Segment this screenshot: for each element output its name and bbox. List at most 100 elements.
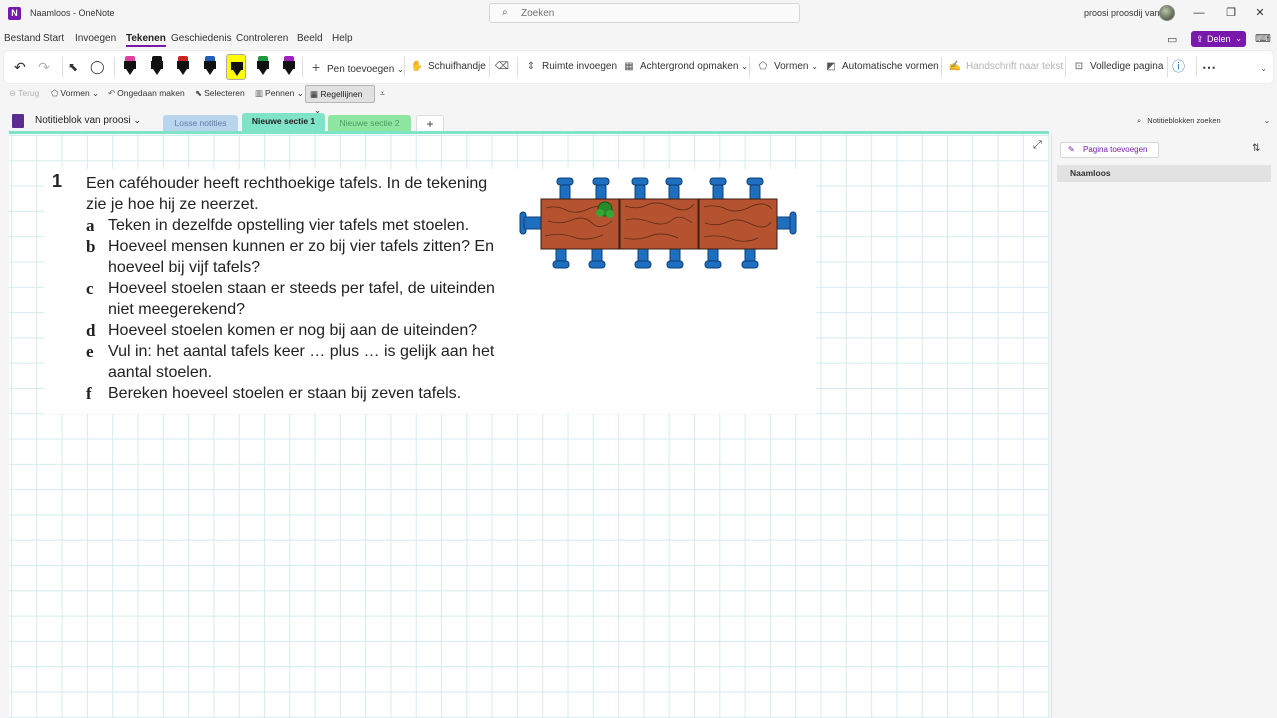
insert-space-label: Ruimte invoegen xyxy=(542,61,618,72)
user-name[interactable]: proosi proosdij van xyxy=(1084,8,1160,18)
shapes-icon: ⬠ xyxy=(51,88,59,98)
select-quick-button[interactable]: ⬉ Selecteren xyxy=(195,88,245,99)
chevron-down-icon: ⌄ xyxy=(811,62,818,71)
section-tab-2[interactable]: Nieuwe sectie 1 xyxy=(242,113,325,133)
add-pen-label: Pen toevoegen xyxy=(327,64,395,75)
menu-tekenen[interactable]: Tekenen xyxy=(126,33,166,47)
shapes-quick-button[interactable]: ⬠ Vormen ⌄ xyxy=(51,88,99,99)
eraser-button[interactable]: ⌫ xyxy=(494,56,513,78)
add-pen-button[interactable]: + Pen toevoegen ⌄ xyxy=(308,56,404,78)
pen-3-button[interactable] xyxy=(173,54,193,80)
shapes-button[interactable]: ⬠ Vormen ⌄ xyxy=(755,56,818,78)
select-tool-icon[interactable]: ⬉ xyxy=(68,56,78,78)
add-page-label: Pagina toevoegen xyxy=(1083,145,1148,154)
ink-to-text-icon: ✍ xyxy=(948,61,962,72)
pen-tip xyxy=(205,69,214,75)
page-list-pane xyxy=(1051,134,1277,718)
pen-2-button[interactable] xyxy=(147,54,167,80)
restore-button[interactable]: ❐ xyxy=(1220,5,1242,21)
question-text: Vul in: het aantal tafels keer … plus … … xyxy=(108,343,495,381)
auto-shapes-button[interactable]: ◩ Automatische vormen xyxy=(823,56,939,78)
pen-body xyxy=(283,61,295,69)
section-tab-3[interactable]: Nieuwe sectie 2 xyxy=(328,115,411,132)
pens-icon: ▥ xyxy=(255,88,264,98)
divider xyxy=(749,57,750,77)
shapes-quick-label: Vormen xyxy=(60,88,90,98)
minimize-button[interactable]: — xyxy=(1188,5,1210,21)
add-page-button[interactable]: ✎ Pagina toevoegen xyxy=(1060,142,1159,158)
comment-icon[interactable]: ⌨ xyxy=(1255,32,1271,45)
select-label: Selecteren xyxy=(204,88,245,98)
notebook-name: Notitieblok van proosi xyxy=(35,115,131,126)
menu-beeld[interactable]: Beeld xyxy=(297,33,323,44)
full-page-button[interactable]: ⊡ Volledige pagina xyxy=(1071,56,1164,78)
hand-tool-button[interactable]: ✋ Schuifhandje xyxy=(409,56,486,78)
share-label: Delen xyxy=(1207,34,1231,44)
hand-label: Schuifhandje xyxy=(428,61,486,72)
pen-tip xyxy=(179,69,187,75)
chevron-down-icon: ⌄ xyxy=(397,65,404,74)
menu-bar: Bestand Start Invoegen Tekenen Geschiede… xyxy=(0,28,1277,50)
shapes-label: Vormen xyxy=(774,61,809,72)
menu-start[interactable]: Start xyxy=(43,33,64,44)
question-text: Hoeveel mensen kunnen er zo bij vier taf… xyxy=(108,238,494,276)
notebook-search[interactable]: ⌕ Notitieblokken zoeken ⌄ xyxy=(1131,113,1273,129)
menu-controleren[interactable]: Controleren xyxy=(236,33,288,44)
pens-quick-button[interactable]: ▥ Pennen ⌄ xyxy=(255,88,304,99)
onenote-logo-icon: N xyxy=(8,7,21,20)
help-icon[interactable]: ⓘ xyxy=(1172,56,1185,78)
menu-invoegen[interactable]: Invoegen xyxy=(75,33,116,44)
chevron-down-icon[interactable]: ⌄ xyxy=(1260,64,1267,73)
more-options-icon[interactable]: ⋯ xyxy=(1202,56,1216,78)
notebook-search-label: Notitieblokken zoeken xyxy=(1147,116,1221,125)
expand-icon[interactable]: ⤢ xyxy=(1033,139,1042,152)
notebook-view-icon[interactable]: ▭ xyxy=(1167,33,1177,46)
quick-toolbar: ⊖ Terug ⬠ Vormen ⌄ ↶ Ongedaan maken ⬉ Select… xyxy=(0,86,1277,104)
menu-bestand[interactable]: Bestand xyxy=(4,33,41,44)
back-icon: ⊖ xyxy=(9,88,17,98)
share-button[interactable]: ⇪ Delen ⌄ xyxy=(1191,31,1246,47)
exercise-block[interactable]: 1 Een caféhouder heeft rechthoekige tafe… xyxy=(44,169,816,414)
menu-help[interactable]: Help xyxy=(332,33,353,44)
select-icon: ⬉ xyxy=(195,88,203,98)
question-letter: b xyxy=(86,237,96,256)
rulers-button[interactable]: ▦ Regellijnen ⌄ xyxy=(305,85,375,115)
add-section-button[interactable]: + xyxy=(416,115,444,132)
sort-icon[interactable]: ⇅ xyxy=(1252,143,1260,154)
undo-quick-button[interactable]: ↶ Ongedaan maken xyxy=(108,88,185,99)
rulers-icon: ▦ xyxy=(310,89,319,99)
divider xyxy=(1196,57,1197,77)
ink-to-text-label: Handschrift naar tekst xyxy=(966,61,1064,72)
close-button[interactable]: ✕ xyxy=(1249,5,1271,21)
background-format-button[interactable]: ▦ Achtergrond opmaken ⌄ xyxy=(621,56,748,78)
insert-space-button[interactable]: ⇕ Ruimte invoegen xyxy=(523,56,617,78)
question-text: Hoeveel stoelen komen er nog bij aan de … xyxy=(108,322,478,339)
search-input[interactable]: ⌕ Zoeken xyxy=(489,3,800,23)
undo-icon[interactable]: ↶ xyxy=(14,56,26,78)
pen-5-button[interactable] xyxy=(226,54,246,80)
shapes-icon: ⬠ xyxy=(758,61,768,72)
question-text: Bereken hoeveel stoelen er staan bij zev… xyxy=(108,385,462,402)
pen-body xyxy=(256,61,269,69)
menu-geschiedenis[interactable]: Geschiedenis xyxy=(171,33,232,44)
avatar[interactable] xyxy=(1159,5,1175,21)
pen-1-button[interactable] xyxy=(120,54,140,80)
pen-7-button[interactable] xyxy=(279,54,299,80)
full-page-icon: ⊡ xyxy=(1074,61,1084,72)
pen-4-button[interactable] xyxy=(200,54,220,80)
pen-6-button[interactable] xyxy=(253,54,273,80)
question-letter: c xyxy=(86,279,94,298)
page-list-item[interactable]: Naamloos xyxy=(1057,165,1271,182)
hand-icon: ✋ xyxy=(410,61,424,72)
pen-body xyxy=(231,62,243,70)
customize-toolbar-icon[interactable]: ⩡ xyxy=(380,88,385,99)
eraser-icon: ⌫ xyxy=(494,61,510,72)
notebook-icon xyxy=(12,114,24,128)
divider xyxy=(114,57,115,77)
section-tab-1[interactable]: Losse notities xyxy=(163,115,238,132)
title-bar: N Naamloos - OneNote ⌕ Zoeken proosi pro… xyxy=(0,0,1277,28)
lasso-icon[interactable]: ◯ xyxy=(90,56,105,78)
window-title: Naamloos - OneNote xyxy=(30,8,115,18)
notebook-selector[interactable]: Notitieblok van proosi ⌄ xyxy=(35,115,141,126)
auto-shapes-label: Automatische vormen xyxy=(842,61,939,72)
